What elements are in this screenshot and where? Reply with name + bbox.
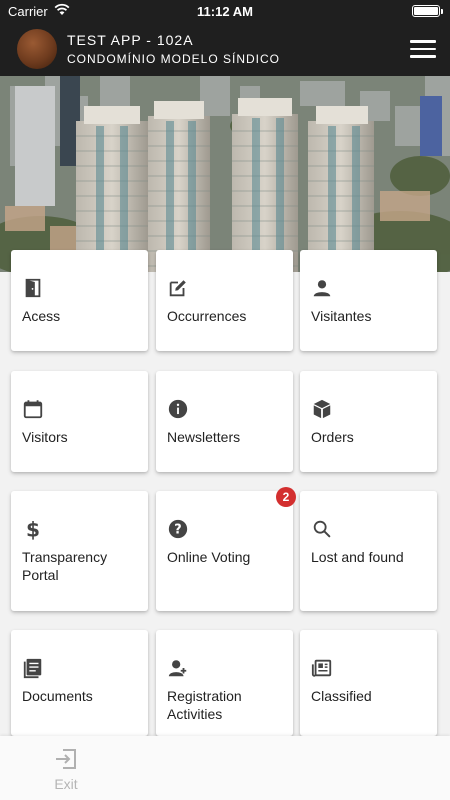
- box-icon: [313, 399, 331, 419]
- calendar-icon: [23, 400, 43, 419]
- card-label: Transparency Portal: [22, 549, 108, 583]
- card-newsletters[interactable]: Newsletters: [156, 371, 293, 472]
- newspaper-icon: [311, 659, 332, 677]
- header-titles: TEST APP - 102A CONDOMÍNIO MODELO SÍNDIC…: [67, 32, 280, 67]
- svg-text:?: ?: [174, 523, 181, 538]
- card-label: Visitantes: [311, 308, 372, 324]
- card-documents[interactable]: Documents: [11, 630, 148, 736]
- app-title: TEST APP - 102A: [67, 32, 194, 48]
- card-acess[interactable]: Acess: [11, 250, 148, 351]
- edit-icon: [169, 280, 186, 297]
- card-label: Classified: [311, 688, 372, 704]
- exit-button[interactable]: Exit: [42, 748, 90, 792]
- card-visitors[interactable]: Visitors: [11, 371, 148, 472]
- door-icon: [25, 278, 41, 298]
- condo-name: CONDOMÍNIO MODELO SÍNDICO: [67, 52, 281, 66]
- app-header: TEST APP - 102A CONDOMÍNIO MODELO SÍNDIC…: [0, 22, 450, 76]
- city-skyline-illustration: [0, 76, 450, 272]
- status-time: 11:12 AM: [197, 4, 253, 19]
- card-online-voting[interactable]: ? Online Voting: [156, 491, 293, 611]
- card-registration-activities[interactable]: Registration Activities: [156, 630, 293, 736]
- card-label: Lost and found: [311, 549, 404, 565]
- card-label: Occurrences: [167, 308, 247, 324]
- card-label: Visitors: [22, 429, 68, 445]
- bottom-bar: Exit: [0, 736, 450, 800]
- card-classified[interactable]: Classified: [300, 630, 437, 736]
- hero-image: [0, 76, 450, 272]
- card-visitantes[interactable]: Visitantes: [300, 250, 437, 351]
- battery-icon: [412, 5, 443, 17]
- card-label: Acess: [22, 308, 61, 324]
- search-icon: [313, 520, 331, 538]
- card-label: Online Voting: [167, 549, 251, 565]
- question-icon: ?: [168, 519, 188, 539]
- card-lost-and-found[interactable]: Lost and found: [300, 491, 437, 611]
- exit-icon: [56, 749, 76, 769]
- card-label: Newsletters: [167, 429, 241, 445]
- card-transparency-portal[interactable]: $ Transparency Portal: [11, 491, 148, 611]
- person-icon: [313, 280, 331, 297]
- card-orders[interactable]: Orders: [300, 371, 437, 472]
- card-label: Registration Activities: [167, 688, 242, 722]
- document-icon: [23, 658, 42, 679]
- info-icon: [168, 399, 188, 419]
- card-label: Documents: [22, 688, 93, 704]
- notification-badge: 2: [276, 487, 296, 507]
- dollar-icon: $: [26, 518, 40, 540]
- person-add-icon: [168, 660, 187, 677]
- card-occurrences[interactable]: Occurrences: [156, 250, 293, 351]
- card-label: Orders: [311, 429, 354, 445]
- hamburger-menu-icon[interactable]: [410, 40, 436, 58]
- status-bar: Carrier 11:12 AM: [0, 0, 450, 22]
- avatar[interactable]: [17, 29, 57, 69]
- app-header-region: Carrier 11:12 AM TEST APP - 102A CONDOMÍ…: [0, 0, 450, 76]
- exit-label: Exit: [54, 776, 78, 792]
- svg-text:$: $: [26, 518, 40, 540]
